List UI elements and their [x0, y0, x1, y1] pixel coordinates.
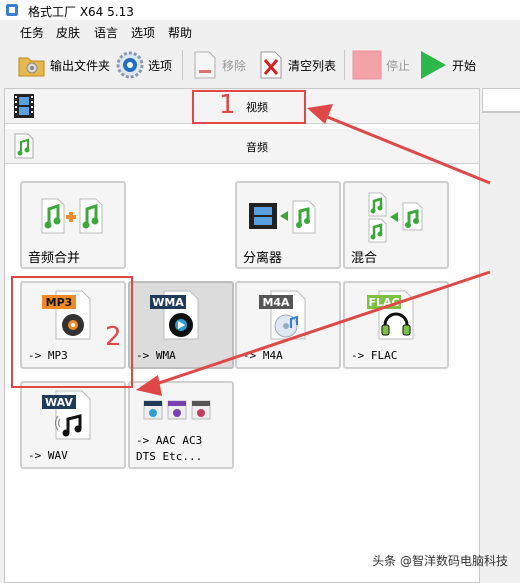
watermark-text: 头条 @智洋数码电脑科技 [372, 554, 508, 568]
arrow-head-1 [307, 104, 333, 124]
arrow-head-2 [136, 375, 162, 396]
arrow-line-2 [149, 270, 491, 388]
watermark: 头条 @智洋数码电脑科技 [372, 552, 508, 569]
annotation-arrows [136, 104, 491, 396]
arrow-line-1 [319, 112, 491, 185]
